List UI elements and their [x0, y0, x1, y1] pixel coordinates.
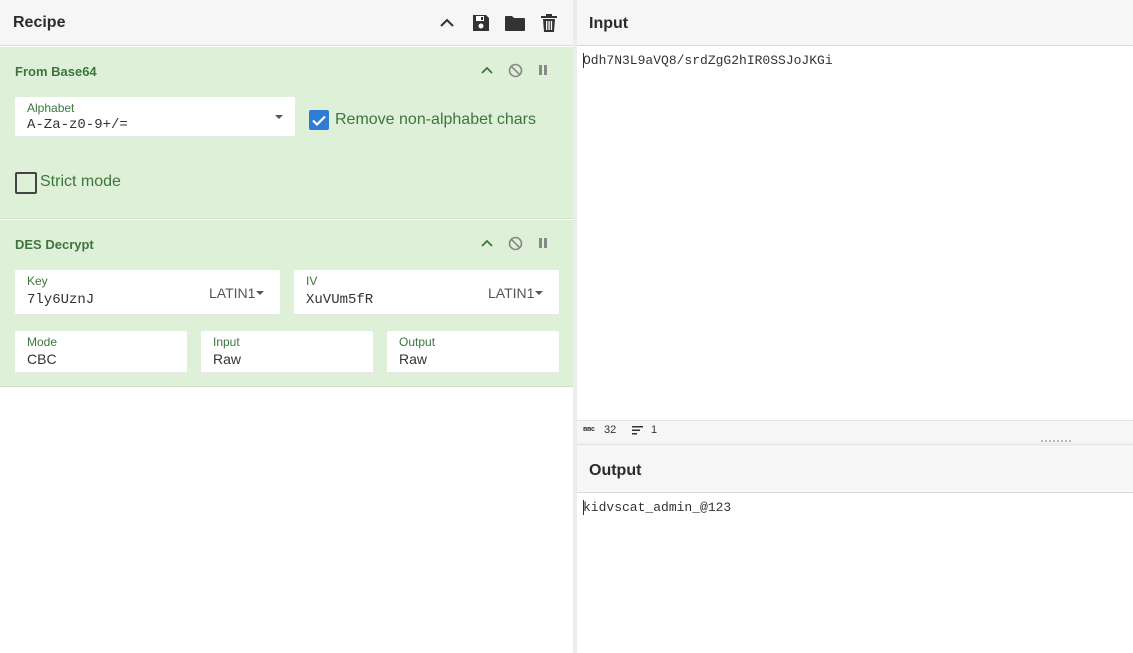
key-encoding-dropdown[interactable]: LATIN1 — [209, 285, 255, 301]
strict-mode-label: Strict mode — [40, 173, 121, 190]
key-value: 7ly6UznJ — [27, 292, 95, 308]
recipe-toolbar — [437, 12, 559, 34]
mode-value: CBC — [27, 351, 57, 367]
input-length: 32 — [604, 424, 617, 436]
input-format-label: Input — [213, 335, 240, 349]
alphabet-field[interactable]: Alphabet A-Za-z0-9+/= — [15, 97, 295, 137]
output-format-label: Output — [399, 335, 436, 349]
alphabet-label: Alphabet — [27, 101, 75, 115]
output-format-value: Raw — [399, 351, 428, 367]
folder-icon[interactable] — [505, 12, 525, 34]
recipe-header: Recipe — [0, 0, 573, 46]
iv-label: IV — [306, 274, 318, 288]
dropdown-caret-icon[interactable] — [535, 291, 543, 295]
output-textarea[interactable]: kidvscat_admin_@123 — [577, 494, 1133, 653]
input-format-value: Raw — [213, 351, 242, 367]
iv-encoding-dropdown[interactable]: LATIN1 — [488, 285, 534, 301]
dropdown-caret-icon[interactable] — [256, 291, 264, 295]
lines-icon — [632, 426, 643, 438]
input-header: Input — [577, 0, 1133, 46]
op-title: DES Decrypt — [15, 237, 94, 252]
save-icon[interactable] — [471, 12, 491, 34]
chevron-up-icon[interactable] — [479, 235, 495, 251]
chevron-up-icon[interactable] — [479, 62, 495, 78]
input-status-bar: ʙʙᴄ 32 1 — [577, 420, 1133, 446]
remove-nonalphabet-label: Remove non-alphabet chars — [335, 111, 537, 128]
input-format-field[interactable]: Input Raw — [201, 331, 373, 373]
input-text: Odh7N3L9aVQ8/srdZgG2hIR0SSJoJKGi — [583, 53, 833, 68]
disable-icon[interactable] — [507, 62, 523, 78]
resize-grip-icon[interactable] — [1041, 440, 1071, 442]
alphabet-value: A-Za-z0-9+/= — [27, 117, 128, 133]
recipe-pane: Recipe From Base64 Alphabet A-Za-z0-9+/=… — [0, 0, 574, 653]
trash-icon[interactable] — [539, 12, 559, 34]
op-controls — [479, 62, 551, 78]
key-label: Key — [27, 274, 48, 288]
input-textarea[interactable]: Odh7N3L9aVQ8/srdZgG2hIR0SSJoJKGi — [577, 47, 1133, 419]
pause-icon[interactable] — [535, 62, 551, 78]
strict-mode-checkbox[interactable] — [15, 172, 37, 194]
op-des-decrypt: DES Decrypt Key 7ly6UznJ LATIN1 IV XuVUm… — [0, 220, 573, 387]
dropdown-caret-icon[interactable] — [275, 115, 283, 119]
pause-icon[interactable] — [535, 235, 551, 251]
iv-field[interactable]: IV XuVUm5fR LATIN1 — [294, 270, 559, 315]
recipe-title: Recipe — [13, 13, 66, 31]
op-from-base64: From Base64 Alphabet A-Za-z0-9+/= Remove… — [0, 47, 573, 219]
remove-nonalphabet-checkbox[interactable] — [309, 110, 329, 130]
mode-field[interactable]: Mode CBC — [15, 331, 187, 373]
op-controls — [479, 235, 551, 251]
iv-value: XuVUm5fR — [306, 292, 374, 308]
output-text: kidvscat_admin_@123 — [583, 500, 732, 515]
mode-label: Mode — [27, 335, 58, 349]
io-pane: Input Odh7N3L9aVQ8/srdZgG2hIR0SSJoJKGi ʙ… — [577, 0, 1133, 653]
input-title: Input — [589, 15, 629, 32]
input-lines: 1 — [651, 424, 658, 436]
output-format-field[interactable]: Output Raw — [387, 331, 559, 373]
abc-icon: ʙʙᴄ — [583, 426, 595, 433]
op-title: From Base64 — [15, 64, 97, 79]
output-title: Output — [589, 462, 642, 479]
chevron-up-icon[interactable] — [437, 12, 457, 34]
key-field[interactable]: Key 7ly6UznJ LATIN1 — [15, 270, 280, 315]
disable-icon[interactable] — [507, 235, 523, 251]
output-header: Output — [577, 447, 1133, 493]
